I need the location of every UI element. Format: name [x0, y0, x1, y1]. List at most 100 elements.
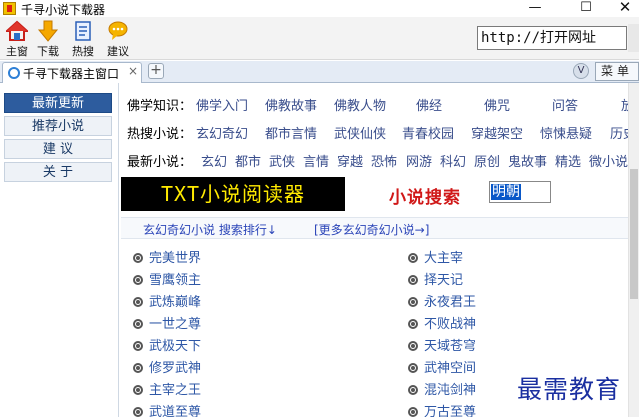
- list-item[interactable]: 修罗武神: [133, 357, 201, 377]
- chat-bubble-icon: [107, 20, 129, 42]
- tab-strip: 千寻下载器主窗口 × + V 菜单: [0, 61, 639, 83]
- link[interactable]: 都市: [235, 151, 261, 170]
- link[interactable]: 恐怖: [371, 151, 397, 170]
- tab-list-button[interactable]: V: [573, 63, 589, 79]
- link[interactable]: 历史: [610, 123, 628, 142]
- ranking-subnav: 玄幻奇幻小说 搜索排行↓ [更多玄幻奇幻小说→]: [121, 217, 628, 239]
- sidebar-item-suggest[interactable]: 建 议: [4, 139, 112, 159]
- list-item[interactable]: 武道至尊: [133, 401, 201, 417]
- radio-bullet-icon: [408, 341, 418, 351]
- link[interactable]: 佛学入门: [196, 95, 248, 114]
- search-ranking-link[interactable]: 玄幻奇幻小说 搜索排行↓: [143, 221, 277, 238]
- radio-bullet-icon: [408, 407, 418, 417]
- link[interactable]: 惊悚悬疑: [540, 123, 592, 142]
- list-item[interactable]: 永夜君王: [408, 291, 476, 311]
- link[interactable]: 武侠仙侠: [334, 123, 386, 142]
- vertical-scrollbar[interactable]: [628, 83, 639, 417]
- link[interactable]: 问答: [552, 95, 578, 114]
- close-window-button[interactable]: ✕: [605, 0, 639, 17]
- link[interactable]: 科幻: [440, 151, 466, 170]
- search-input-value: 明朝: [491, 184, 521, 200]
- link[interactable]: 武侠: [269, 151, 295, 170]
- more-novels-link[interactable]: [更多玄幻奇幻小说→]: [314, 221, 429, 238]
- novel-title: 武道至尊: [149, 405, 202, 417]
- minimize-button[interactable]: —: [515, 0, 555, 17]
- list-item[interactable]: 武极天下: [133, 335, 201, 355]
- tab-label: 千寻下载器主窗口: [23, 67, 120, 81]
- main-content: 佛学知识： 佛学入门 佛教故事 佛教人物 佛经 佛咒 问答 放 热搜小说： 玄幻…: [121, 83, 628, 417]
- list-item[interactable]: 不败战神: [408, 313, 476, 333]
- list-item[interactable]: 武神空间: [408, 357, 476, 377]
- radio-bullet-icon: [133, 407, 143, 417]
- radio-bullet-icon: [408, 319, 418, 329]
- address-input[interactable]: http://打开网址: [477, 26, 627, 50]
- link[interactable]: 穿越架空: [471, 123, 523, 142]
- novel-title: 武神空间: [424, 361, 477, 376]
- radio-bullet-icon: [133, 363, 143, 373]
- scrollbar-thumb[interactable]: [630, 169, 638, 299]
- list-item[interactable]: 武炼巅峰: [133, 291, 201, 311]
- row-label: 热搜小说：: [127, 127, 193, 142]
- tab-main-window[interactable]: 千寻下载器主窗口 ×: [2, 62, 142, 83]
- hot-search-button[interactable]: 热搜: [66, 20, 100, 58]
- link[interactable]: 都市言情: [265, 123, 317, 142]
- watermark: 最需教育: [517, 375, 622, 404]
- link[interactable]: 网游: [406, 151, 432, 170]
- address-scrollbar[interactable]: [628, 24, 639, 52]
- link[interactable]: 原创: [474, 151, 500, 170]
- new-tab-button[interactable]: +: [148, 63, 164, 79]
- list-item[interactable]: 混沌剑神: [408, 379, 476, 399]
- novel-title: 混沌剑神: [424, 383, 477, 398]
- link[interactable]: 佛教故事: [265, 95, 317, 114]
- link[interactable]: 玄幻奇幻: [196, 123, 248, 142]
- radio-bullet-icon: [408, 385, 418, 395]
- link[interactable]: 佛教人物: [334, 95, 386, 114]
- link[interactable]: 青春校园: [402, 123, 454, 142]
- suggest-button[interactable]: 建议: [101, 20, 135, 58]
- hot-search-label: 热搜: [72, 45, 94, 58]
- list-item[interactable]: 完美世界: [133, 247, 201, 267]
- sidebar-item-recommended[interactable]: 推荐小说: [4, 116, 112, 136]
- home-icon: [4, 20, 30, 42]
- toolbar: 主窗 下载 热搜 建议 http://打开网址: [0, 17, 639, 60]
- novel-search-label: 小说搜索: [389, 188, 461, 208]
- link[interactable]: 鬼故事: [508, 151, 547, 170]
- sidebar-item-latest[interactable]: 最新更新: [4, 93, 112, 113]
- link[interactable]: 玄幻: [201, 151, 227, 170]
- novel-title: 完美世界: [149, 251, 202, 266]
- list-item[interactable]: 择天记: [408, 269, 463, 289]
- list-item[interactable]: 万古至尊: [408, 401, 476, 417]
- link[interactable]: 佛经: [416, 95, 442, 114]
- suggest-label: 建议: [107, 45, 129, 58]
- download-arrow-icon: [37, 20, 59, 42]
- novel-title: 修罗武神: [149, 361, 202, 376]
- maximize-button[interactable]: ☐: [566, 0, 606, 17]
- download-button[interactable]: 下载: [31, 20, 65, 58]
- list-item[interactable]: 主宰之王: [133, 379, 201, 399]
- novel-title: 不败战神: [424, 317, 477, 332]
- novel-title: 择天记: [424, 273, 464, 288]
- link[interactable]: 穿越: [337, 151, 363, 170]
- list-item[interactable]: 大主宰: [408, 247, 463, 267]
- novel-title: 武炼巅峰: [149, 295, 202, 310]
- tab-close-button[interactable]: ×: [128, 64, 138, 78]
- novel-search-input[interactable]: 明朝: [489, 181, 551, 203]
- list-item[interactable]: 雪鹰领主: [133, 269, 201, 289]
- radio-bullet-icon: [133, 275, 143, 285]
- link[interactable]: 言情: [303, 151, 329, 170]
- link[interactable]: 放: [621, 95, 628, 114]
- list-item[interactable]: 天域苍穹: [408, 335, 476, 355]
- link[interactable]: 微小说: [589, 151, 628, 170]
- menu-button[interactable]: 菜单: [595, 62, 639, 81]
- novel-title: 武极天下: [149, 339, 202, 354]
- link[interactable]: 精选: [555, 151, 581, 170]
- list-item[interactable]: 一世之尊: [133, 313, 201, 333]
- novel-title: 永夜君王: [424, 295, 477, 310]
- link[interactable]: 佛咒: [484, 95, 510, 114]
- home-button[interactable]: 主窗: [0, 20, 34, 58]
- radio-bullet-icon: [408, 297, 418, 307]
- browser-globe-icon: [8, 67, 20, 79]
- txt-reader-banner[interactable]: TXT小说阅读器: [121, 177, 345, 211]
- radio-bullet-icon: [133, 253, 143, 263]
- sidebar-item-about[interactable]: 关 于: [4, 162, 112, 182]
